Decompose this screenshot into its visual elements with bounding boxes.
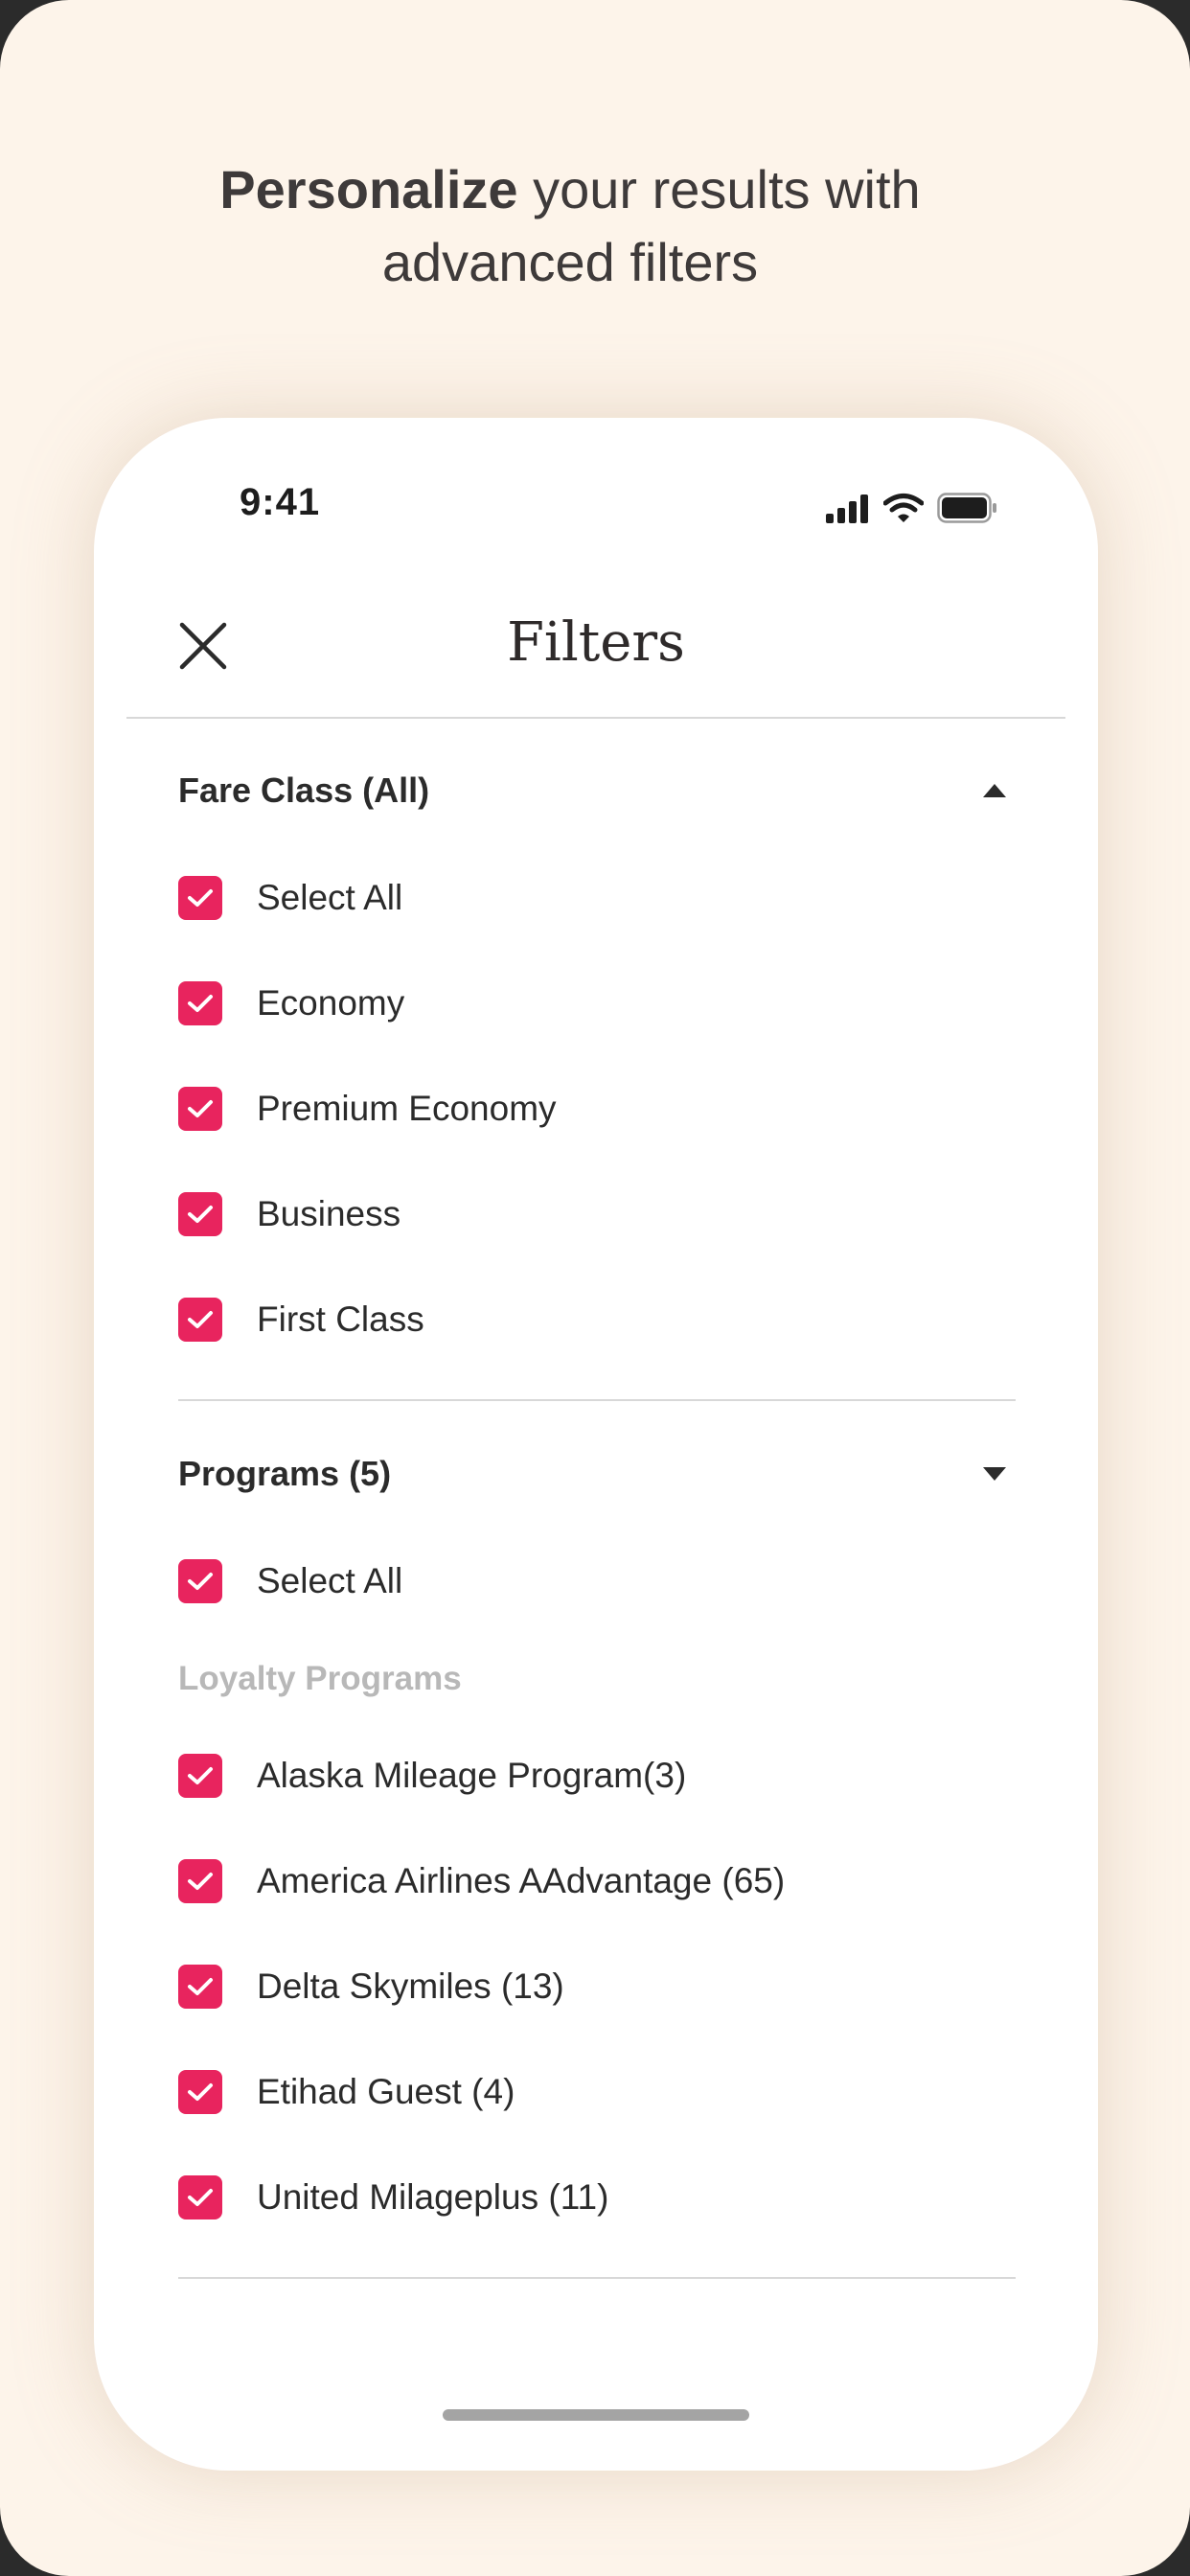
checkmark-icon [188,2189,213,2206]
programs-option-american[interactable]: America Airlines AAdvantage (65) [178,1853,1016,1911]
section-divider [178,2277,1016,2279]
caret-up-icon [983,784,1006,797]
checkmark-icon [188,1573,213,1590]
option-label: Premium Economy [257,1089,557,1128]
checkmark-icon [188,995,213,1012]
checkbox-checked[interactable] [178,981,222,1025]
checkmark-icon [188,2083,213,2101]
option-label: America Airlines AAdvantage (65) [257,1861,786,1900]
checkbox-checked[interactable] [178,2070,222,2114]
checkbox-checked[interactable] [178,1559,222,1603]
headline-bold: Personalize [219,159,518,219]
fare-class-option-business[interactable]: Business [178,1186,1016,1244]
home-indicator[interactable] [443,2409,749,2421]
option-label: Delta Skymiles (13) [257,1966,564,2006]
promo-canvas: Personalize your results with advanced f… [0,0,1190,2576]
option-label: Select All [257,1561,403,1600]
fare-class-option-first-class[interactable]: First Class [178,1292,1016,1349]
status-icons [826,491,998,523]
phone-frame: 9:41 Filters Fare Class (All) Select All… [94,418,1098,2471]
status-time: 9:41 [240,481,321,523]
checkbox-checked[interactable] [178,1965,222,2009]
programs-section-header[interactable]: Programs (5) [178,1448,1016,1506]
headline-line2: advanced filters [381,232,759,292]
programs-title: Programs (5) [178,1454,392,1493]
checkbox-checked[interactable] [178,1754,222,1798]
promo-headline: Personalize your results with advanced f… [0,153,1140,299]
headline-rest: your results with [517,159,921,219]
checkbox-checked[interactable] [178,1192,222,1236]
programs-option-etihad[interactable]: Etihad Guest (4) [178,2064,1016,2122]
checkmark-icon [188,889,213,907]
checkbox-checked[interactable] [178,1087,222,1131]
programs-option-united[interactable]: United Milageplus (11) [178,2170,1016,2227]
fare-class-title: Fare Class (All) [178,770,430,810]
checkmark-icon [188,1767,213,1784]
programs-option-select-all[interactable]: Select All [178,1553,1016,1611]
checkbox-checked[interactable] [178,876,222,920]
option-label: United Milageplus (11) [257,2177,609,2217]
battery-icon [937,493,996,523]
option-label: Etihad Guest (4) [257,2072,515,2111]
filters-nav-bar: Filters [126,552,1065,719]
checkmark-icon [188,1978,213,1995]
option-label: Business [257,1194,401,1233]
section-divider [178,1399,1016,1401]
checkbox-checked[interactable] [178,1859,222,1903]
option-label: First Class [257,1300,424,1339]
checkmark-icon [188,1206,213,1223]
checkbox-checked[interactable] [178,1298,222,1342]
programs-option-delta[interactable]: Delta Skymiles (13) [178,1959,1016,2016]
fare-class-option-premium-economy[interactable]: Premium Economy [178,1081,1016,1138]
checkmark-icon [188,1100,213,1117]
loyalty-programs-subheading: Loyalty Programs [178,1660,462,1697]
checkmark-icon [188,1311,213,1328]
checkbox-checked[interactable] [178,2175,222,2220]
fare-class-option-economy[interactable]: Economy [178,976,1016,1033]
fare-class-section-header[interactable]: Fare Class (All) [178,765,1016,822]
cellular-signal-icon [826,494,868,523]
caret-down-icon [983,1467,1006,1481]
option-label: Economy [257,983,405,1023]
checkmark-icon [188,1873,213,1890]
fare-class-option-select-all[interactable]: Select All [178,870,1016,928]
option-label: Select All [257,878,403,917]
programs-option-alaska[interactable]: Alaska Mileage Program(3) [178,1748,1016,1806]
page-title: Filters [507,611,685,674]
wifi-icon [883,494,924,522]
option-label: Alaska Mileage Program(3) [257,1756,687,1795]
